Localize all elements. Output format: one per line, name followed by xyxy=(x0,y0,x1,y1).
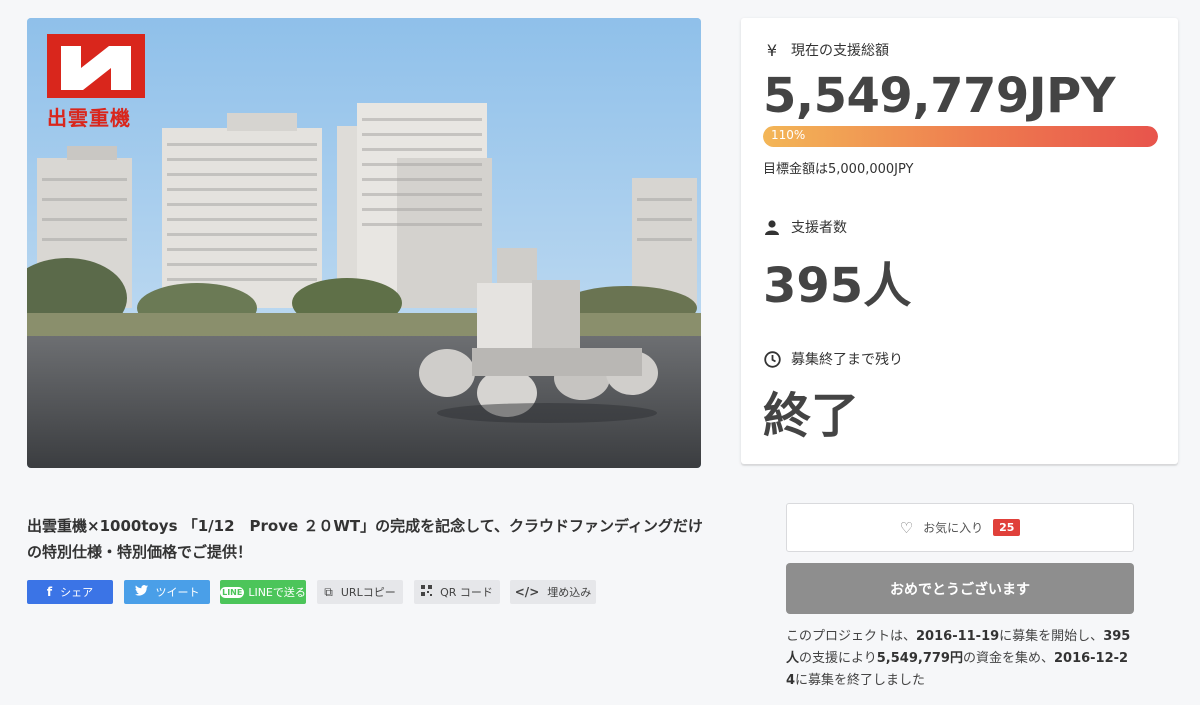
backers-heading: 支援者数 xyxy=(763,217,847,237)
copy-icon: ⧉ xyxy=(324,584,333,599)
line-icon: LINE xyxy=(220,586,245,598)
twitter-icon xyxy=(134,585,148,599)
backers-value: 395人 xyxy=(763,258,912,314)
summary-text: の支援により xyxy=(799,651,877,666)
amount-heading: ¥ 現在の支援総額 xyxy=(763,40,889,60)
remaining-value: 終了 xyxy=(763,388,860,444)
summary-start-date: 2016-11-19 xyxy=(916,629,1000,644)
summary-amount: 5,549,779円 xyxy=(876,651,963,666)
twitter-tweet-label: ツイート xyxy=(155,586,200,599)
favorite-label: お気に入り xyxy=(923,521,984,535)
code-icon: </> xyxy=(514,585,540,599)
project-ended-button[interactable]: おめでとうございます xyxy=(786,563,1134,614)
heart-icon: ♡ xyxy=(899,518,914,537)
amount-value: 5,549,779JPY xyxy=(763,68,1116,124)
user-icon xyxy=(763,218,781,236)
favorite-count-badge: 25 xyxy=(993,519,1021,536)
remaining-label: 募集終了まで残り xyxy=(791,352,903,368)
qr-icon xyxy=(421,585,433,599)
line-send-button[interactable]: LINE LINEで送る xyxy=(220,580,306,604)
facebook-share-label: シェア xyxy=(60,586,94,599)
company-logo: 出雲重機 xyxy=(47,34,147,134)
logo-mark-icon xyxy=(47,34,145,98)
summary-text: の資金を集め、 xyxy=(962,651,1054,666)
funding-progress-bar: 110% xyxy=(763,126,1158,147)
facebook-icon: f xyxy=(46,585,53,599)
project-description: 出雲重機×1000toys 「1/12 Prove ２０WT」の完成を記念して、… xyxy=(27,517,703,561)
summary-text: に募集を終了しました xyxy=(795,673,926,688)
clock-icon xyxy=(763,350,781,368)
logo-text: 出雲重機 xyxy=(47,106,131,130)
progress-percent: 110% xyxy=(771,128,806,142)
project-hero-image: 出雲重機 xyxy=(27,18,701,468)
summary-text: このプロジェクトは、 xyxy=(786,629,917,644)
facebook-share-button[interactable]: f シェア xyxy=(27,580,113,604)
funding-stats-card: ¥ 現在の支援総額 5,549,779JPY 110% 目標金額は5,000,0… xyxy=(741,18,1178,464)
twitter-tweet-button[interactable]: ツイート xyxy=(124,580,210,604)
qr-code-button[interactable]: QR コード xyxy=(414,580,500,604)
progress-fill xyxy=(763,126,1158,147)
goal-amount: 目標金額は5,000,000JPY xyxy=(763,162,914,177)
url-copy-label: URLコピー xyxy=(340,586,396,599)
embed-label: 埋め込み xyxy=(547,586,592,599)
yen-icon: ¥ xyxy=(766,40,778,60)
line-send-label: LINEで送る xyxy=(248,586,306,599)
embed-button[interactable]: </> 埋め込み xyxy=(510,580,596,604)
url-copy-button[interactable]: ⧉ URLコピー xyxy=(317,580,403,604)
favorite-button[interactable]: ♡ お気に入り 25 xyxy=(786,503,1134,552)
amount-label: 現在の支援総額 xyxy=(791,43,889,59)
summary-text: に募集を開始し、 xyxy=(999,629,1104,644)
qr-code-label: QR コード xyxy=(440,586,493,599)
remaining-heading: 募集終了まで残り xyxy=(763,349,903,369)
project-summary: このプロジェクトは、2016-11-19に募集を開始し、395人の支援により5,… xyxy=(786,626,1136,692)
backers-label: 支援者数 xyxy=(791,220,847,236)
